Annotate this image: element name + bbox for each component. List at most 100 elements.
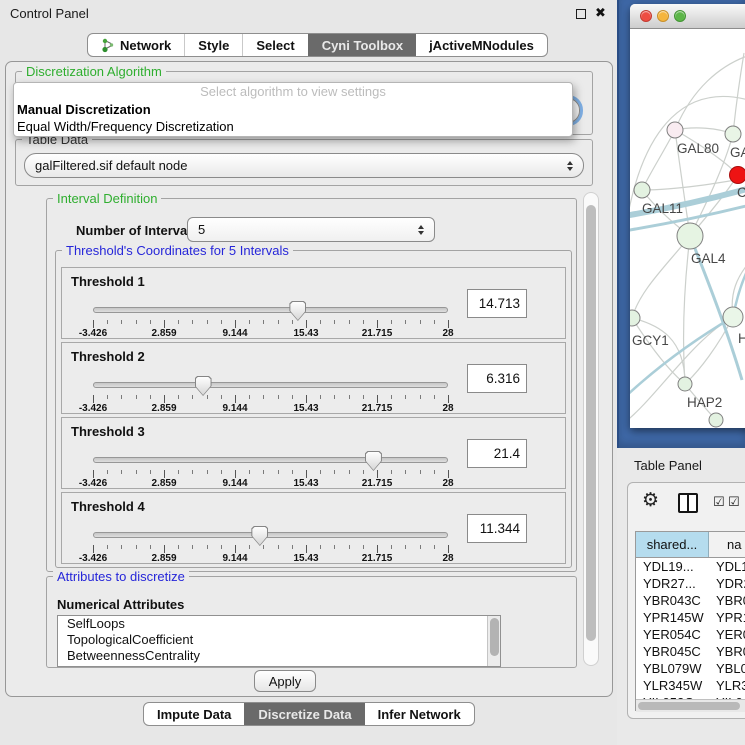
- table-panel: ⚙ ☑ ☑ shared... na YDL19...YDL1YDR27...Y…: [627, 482, 745, 719]
- table-row[interactable]: YLR345WYLR3: [636, 677, 745, 694]
- tab-style[interactable]: Style: [184, 34, 242, 56]
- table-scrollbar-thumb[interactable]: [638, 702, 740, 710]
- attribute-item-betweennesscentrality[interactable]: BetweennessCentrality: [58, 648, 500, 664]
- slider-thumb[interactable]: [365, 451, 382, 471]
- tab-select[interactable]: Select: [242, 34, 307, 56]
- tab-impute-data[interactable]: Impute Data: [144, 703, 244, 725]
- tab-cyni-toolbox[interactable]: Cyni Toolbox: [308, 34, 416, 56]
- apply-button[interactable]: Apply: [254, 670, 316, 692]
- select-all-columns-icon[interactable]: ☑: [713, 494, 725, 510]
- tick-mark: [278, 470, 279, 474]
- slider-thumb[interactable]: [195, 376, 212, 396]
- tick-label: 28: [442, 478, 453, 489]
- column-header-name[interactable]: na: [710, 532, 745, 557]
- tick-mark: [363, 470, 364, 474]
- table-row[interactable]: YBL079WYBL0: [636, 660, 745, 677]
- slider-thumb-face: [290, 302, 305, 320]
- number-of-intervals-combo[interactable]: 5: [187, 217, 435, 242]
- network-node[interactable]: [709, 413, 723, 427]
- threshold-value-field[interactable]: 11.344: [467, 514, 527, 543]
- tab-label: Style: [198, 38, 229, 53]
- threshold-value-field[interactable]: 14.713: [467, 289, 527, 318]
- threshold-slider[interactable]: -3.4262.8599.14415.4321.71528: [93, 375, 448, 415]
- tick-mark: [420, 395, 421, 399]
- zoom-light-icon[interactable]: [674, 10, 686, 22]
- tab-label: Infer Network: [378, 707, 461, 722]
- network-graph: GAL80GAGAL11CGAL4GCY1HHAP2: [630, 29, 745, 428]
- slider-thumb[interactable]: [289, 301, 306, 321]
- column-header-shared-name[interactable]: shared...: [636, 532, 709, 557]
- settings-gear-icon[interactable]: ⚙: [642, 491, 659, 511]
- table-row[interactable]: YDL19...YDL1: [636, 558, 745, 575]
- tick-mark: [320, 320, 321, 324]
- network-node[interactable]: [678, 377, 692, 391]
- threshold-value-field[interactable]: 21.4: [467, 439, 527, 468]
- tab-label: Impute Data: [157, 707, 231, 722]
- column-layout-icon[interactable]: [678, 493, 698, 513]
- attribute-item-topologicalcoefficient[interactable]: TopologicalCoefficient: [58, 632, 500, 648]
- settings-scrollbar-thumb[interactable]: [586, 205, 596, 641]
- network-node[interactable]: [630, 310, 640, 326]
- tick-mark: [235, 320, 236, 328]
- float-panel-icon[interactable]: [576, 9, 586, 19]
- network-node[interactable]: [634, 182, 650, 198]
- name-cell: YDL1: [716, 558, 745, 575]
- network-canvas[interactable]: GAL80GAGAL11CGAL4GCY1HHAP2: [630, 29, 745, 428]
- threshold-label: Threshold 2: [71, 349, 145, 364]
- select-columns-icon[interactable]: ☑: [728, 494, 740, 510]
- table-horizontal-scrollbar[interactable]: [636, 699, 745, 712]
- network-node[interactable]: [730, 167, 745, 184]
- shared-name-cell: YDR27...: [643, 575, 696, 592]
- network-node[interactable]: [677, 223, 703, 249]
- network-node[interactable]: [667, 122, 683, 138]
- tick-mark: [93, 395, 94, 403]
- tick-mark: [306, 545, 307, 553]
- tab-discretize-data[interactable]: Discretize Data: [244, 703, 364, 725]
- tick-label: 15.43: [293, 403, 318, 414]
- column-divider: [687, 495, 689, 511]
- tab-infer-network[interactable]: Infer Network: [365, 703, 474, 725]
- tab-network[interactable]: Network: [88, 34, 184, 56]
- tick-mark: [292, 395, 293, 399]
- dropdown-item-equal-width-frequency[interactable]: Equal Width/Frequency Discretization: [14, 118, 572, 135]
- tick-mark: [192, 545, 193, 549]
- cyni-toolbox-pane: Discretization Algorithm Select algorith…: [5, 61, 613, 697]
- slider-track[interactable]: [93, 532, 448, 538]
- tick-label: 28: [442, 403, 453, 414]
- minimize-light-icon[interactable]: [657, 10, 669, 22]
- table-data-combo[interactable]: galFiltered.sif default node: [24, 153, 584, 178]
- network-node[interactable]: [723, 307, 743, 327]
- threshold-slider[interactable]: -3.4262.8599.14415.4321.71528: [93, 300, 448, 340]
- attribute-item-selfloops[interactable]: SelfLoops: [58, 616, 500, 632]
- threshold-slider[interactable]: -3.4262.8599.14415.4321.71528: [93, 525, 448, 565]
- network-window-titlebar[interactable]: [630, 4, 745, 29]
- settings-vertical-scrollbar[interactable]: [583, 192, 599, 666]
- slider-thumb[interactable]: [251, 526, 268, 546]
- table-header: shared... na: [636, 532, 745, 558]
- slider-track[interactable]: [93, 457, 448, 463]
- threshold-value-field[interactable]: 6.316: [467, 364, 527, 393]
- tick-label: -3.426: [79, 553, 107, 564]
- slider-track[interactable]: [93, 382, 448, 388]
- table-row[interactable]: YER054CYER0: [636, 626, 745, 643]
- dropdown-item-manual-discretization[interactable]: Manual Discretization: [14, 101, 572, 118]
- tick-label: 15.43: [293, 328, 318, 339]
- tick-mark: [221, 470, 222, 474]
- tick-mark: [306, 395, 307, 403]
- table-row[interactable]: YPR145WYPR1: [636, 609, 745, 626]
- close-light-icon[interactable]: [640, 10, 652, 22]
- tab-jactivemnodules[interactable]: jActiveMNodules: [416, 34, 547, 56]
- tick-mark: [164, 470, 165, 478]
- tick-mark: [235, 545, 236, 553]
- numerical-attributes-list[interactable]: SelfLoopsTopologicalCoefficientBetweenne…: [57, 615, 501, 667]
- network-node[interactable]: [725, 126, 741, 142]
- threshold-slider[interactable]: -3.4262.8599.14415.4321.71528: [93, 450, 448, 490]
- close-panel-icon[interactable]: ✖: [595, 5, 606, 21]
- table-row[interactable]: YBR043CYBR0: [636, 592, 745, 609]
- attributes-scrollbar[interactable]: [487, 616, 500, 666]
- tick-mark: [405, 395, 406, 399]
- slider-track[interactable]: [93, 307, 448, 313]
- attributes-scrollbar-thumb[interactable]: [490, 618, 499, 656]
- table-row[interactable]: YDR27...YDR2: [636, 575, 745, 592]
- table-row[interactable]: YBR045CYBR0: [636, 643, 745, 660]
